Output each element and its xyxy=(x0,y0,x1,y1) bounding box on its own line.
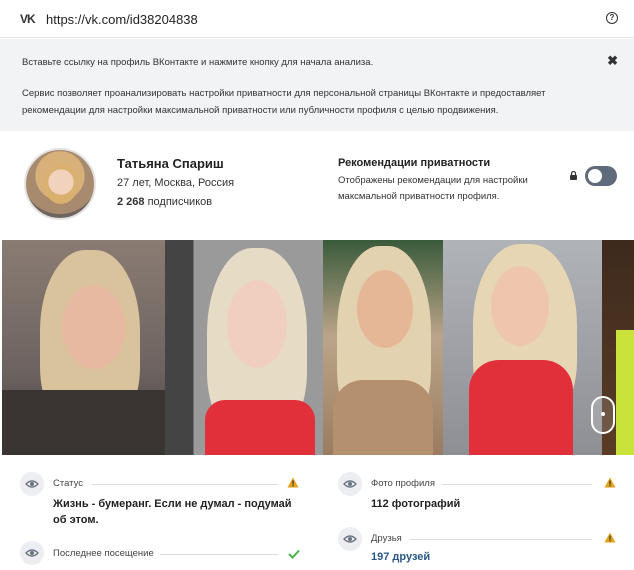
eye-icon xyxy=(20,541,44,565)
check-icon xyxy=(288,549,300,559)
privacy-title: Рекомендации приватности xyxy=(338,157,491,169)
info-banner: Вставьте ссылку на профиль ВКонтакте и н… xyxy=(0,39,634,131)
privacy-text: Отображены рекомендации для настройки ма… xyxy=(338,175,528,202)
url-bar: VK ? xyxy=(0,0,634,38)
close-icon[interactable]: ✖ xyxy=(607,53,618,69)
toggle-knob xyxy=(588,169,602,183)
help-icon[interactable]: ? xyxy=(606,12,618,24)
divider xyxy=(92,484,278,485)
profile-subscribers: 2 268 подписчиков xyxy=(117,196,212,208)
photo-2[interactable] xyxy=(165,240,323,455)
warning-icon xyxy=(287,477,299,488)
warning-icon xyxy=(604,532,616,543)
friends-label: Друзья xyxy=(371,533,402,544)
subscribers-count: 2 268 xyxy=(117,196,145,208)
eye-icon xyxy=(20,472,44,496)
profile-name: Татьяна Спариш xyxy=(117,156,224,171)
privacy-toggle[interactable] xyxy=(585,166,617,186)
lock-icon xyxy=(570,171,577,180)
banner-hint: Вставьте ссылку на профиль ВКонтакте и н… xyxy=(22,57,374,68)
divider xyxy=(410,539,592,540)
scroll-dot xyxy=(601,412,605,416)
photo-3[interactable] xyxy=(323,240,443,455)
eye-icon xyxy=(338,472,362,496)
divider xyxy=(442,484,592,485)
avatar[interactable] xyxy=(24,148,96,220)
subscribers-label: подписчиков xyxy=(147,196,213,208)
last-seen-label: Последнее посещение xyxy=(53,548,154,559)
eye-icon xyxy=(338,527,362,551)
warning-icon xyxy=(604,477,616,488)
status-label: Статус xyxy=(53,478,84,489)
vk-logo-icon: VK xyxy=(20,12,36,26)
profile-photos-label: Фото профиля xyxy=(371,478,435,489)
friends-link[interactable]: 197 друзей xyxy=(371,551,430,563)
status-value: Жизнь - бумеранг. Если не думал - подума… xyxy=(53,498,292,526)
profile-url-input[interactable] xyxy=(46,9,586,29)
photo-4[interactable] xyxy=(443,240,602,455)
banner-description: Сервис позволяет проанализировать настро… xyxy=(22,88,546,116)
divider xyxy=(160,554,278,555)
photo-strip xyxy=(0,240,634,455)
scroll-handle[interactable] xyxy=(591,396,615,434)
photo-1[interactable] xyxy=(2,240,165,455)
profile-photos-value: 112 фотографий xyxy=(371,498,461,510)
profile-meta: 27 лет, Москва, Россия xyxy=(117,177,235,189)
